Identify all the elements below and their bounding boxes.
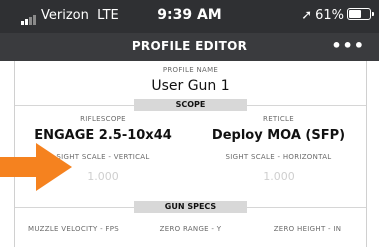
orange-arrow-icon [0,143,72,191]
scope-section-header: SCOPE [134,99,247,111]
riflescope-label: RIFLESCOPE [80,115,126,123]
profile-name-label: PROFILE NAME [162,66,219,74]
sight-scale-horizontal-label: SIGHT SCALE - HORIZONTAL [225,153,332,161]
sight-scale-horizontal-input[interactable]: 1.000 [231,170,327,183]
battery-fill [349,10,361,18]
battery-icon [347,8,374,20]
gun-specs-section-header: GUN SPECS [134,201,247,213]
riflescope-value[interactable]: ENGAGE 2.5-10x44 [15,128,191,143]
profile-name-field[interactable]: User Gun 1 [15,78,366,94]
nav-bar: PROFILE EDITOR ••• [0,33,379,61]
location-arrow-icon: ➚ [301,8,313,23]
zero-range-label: ZERO RANGE - Y [159,225,222,233]
page-title: PROFILE EDITOR [131,39,248,53]
zero-height-label: ZERO HEIGHT - IN [273,225,342,233]
reticle-label: RETICLE [263,115,294,123]
status-bar: Verizon LTE 9:39 AM ➚ 61% [0,0,379,33]
battery-status: ➚ 61% [301,8,374,24]
arrow-shape [0,143,72,191]
battery-percent: 61% [315,8,344,23]
reticle-value[interactable]: Deploy MOA (SFP) [191,128,366,143]
more-options-icon[interactable]: ••• [331,36,365,55]
muzzle-velocity-label: MUZZLE VELOCITY - FPS [27,225,120,233]
